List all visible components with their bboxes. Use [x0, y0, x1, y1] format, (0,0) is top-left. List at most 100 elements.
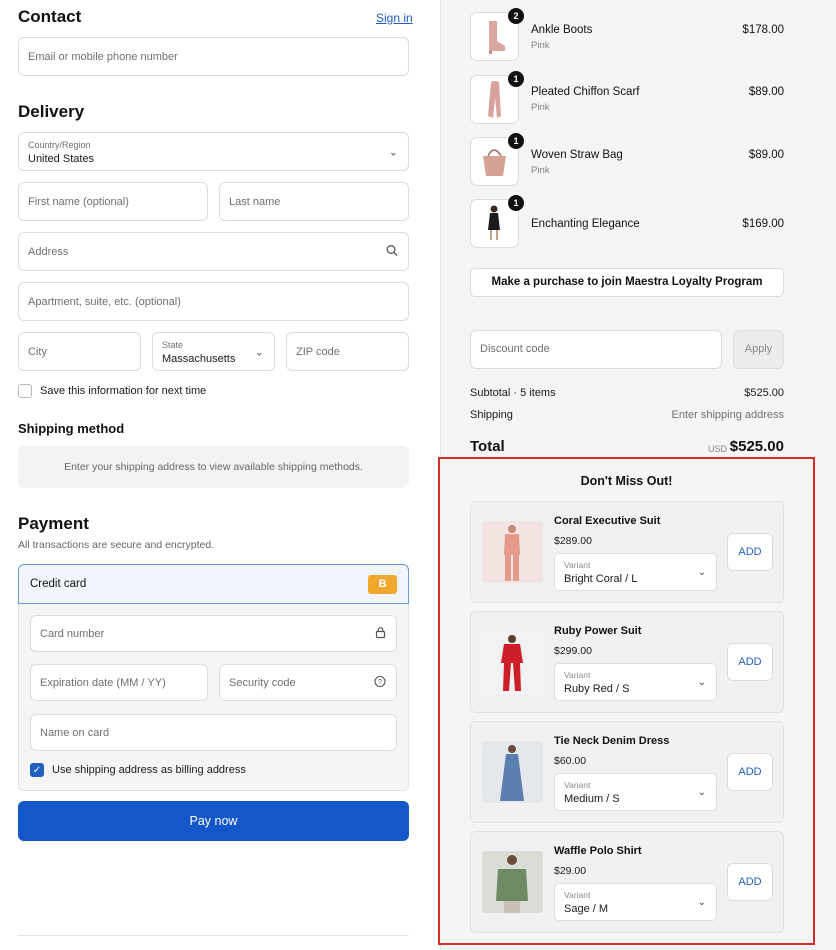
product-image — [482, 521, 543, 583]
product-price: $299.00 — [554, 645, 592, 657]
variant-value: Medium / S — [564, 793, 620, 805]
item-price: $169.00 — [742, 218, 784, 230]
card-number-placeholder: Card number — [40, 627, 105, 640]
apply-button[interactable]: Apply — [733, 330, 784, 369]
item-name: Woven Straw Bag — [531, 149, 623, 161]
variant-label: Variant — [564, 560, 591, 570]
total-value: $525.00 — [729, 438, 784, 455]
expiry-placeholder: Expiration date (MM / YY) — [40, 676, 166, 689]
country-select[interactable]: Country/Region United States ⌄ — [18, 132, 409, 171]
variant-value: Sage / M — [564, 903, 609, 915]
item-name: Enchanting Elegance — [531, 218, 640, 230]
state-value: Massachusetts — [162, 353, 236, 365]
variant-select[interactable]: Variant Sage / M ⌄ — [554, 883, 717, 921]
shipping-value: Enter shipping address — [671, 409, 784, 421]
add-button[interactable]: ADD — [727, 643, 773, 681]
variant-label: Variant — [564, 670, 591, 680]
quantity-badge: 1 — [508, 133, 524, 149]
billing-same-checkbox[interactable]: ✓ — [30, 763, 44, 777]
chevron-down-icon: ⌄ — [697, 897, 706, 908]
credit-card-label: Credit card — [30, 578, 87, 590]
name-on-card-placeholder: Name on card — [40, 726, 110, 739]
billing-same-label: Use shipping address as billing address — [52, 764, 246, 776]
upsell-card: Tie Neck Denim Dress $60.00 Variant Medi… — [470, 721, 784, 823]
help-icon[interactable]: ? — [374, 675, 386, 690]
add-button[interactable]: ADD — [727, 863, 773, 901]
add-button[interactable]: ADD — [727, 753, 773, 791]
variant-label: Variant — [564, 890, 591, 900]
name-on-card-field[interactable]: Name on card — [30, 714, 397, 751]
save-info-checkbox[interactable] — [18, 384, 32, 398]
payment-subtitle: All transactions are secure and encrypte… — [18, 539, 215, 551]
city-field[interactable]: City — [18, 332, 141, 371]
save-info-label: Save this information for next time — [40, 385, 207, 397]
product-name: Waffle Polo Shirt — [554, 845, 642, 857]
item-price: $89.00 — [748, 149, 784, 161]
subtotal-value: $525.00 — [744, 387, 784, 399]
svg-text:?: ? — [378, 677, 382, 686]
sign-in-link[interactable]: Sign in — [376, 11, 413, 25]
variant-label: Variant — [564, 780, 591, 790]
apartment-placeholder: Apartment, suite, etc. (optional) — [28, 295, 181, 308]
checkout-form: Contact Sign in Email or mobile phone nu… — [0, 0, 440, 950]
shipping-method-heading: Shipping method — [18, 421, 125, 436]
add-button[interactable]: ADD — [727, 533, 773, 571]
product-image — [482, 631, 543, 693]
pay-now-button[interactable]: Pay now — [18, 801, 409, 841]
upsell-title: Don't Miss Out! — [580, 474, 673, 488]
item-variant: Pink — [531, 40, 550, 51]
chevron-down-icon: ⌄ — [388, 146, 398, 158]
product-price: $289.00 — [554, 535, 592, 547]
chevron-down-icon: ⌄ — [697, 787, 706, 798]
upsell-card: Coral Executive Suit $289.00 Variant Bri… — [470, 501, 784, 603]
quantity-badge: 1 — [508, 195, 524, 211]
email-field[interactable]: Email or mobile phone number — [18, 37, 409, 76]
credit-card-option[interactable]: Credit card B — [18, 564, 409, 604]
first-name-field[interactable]: First name (optional) — [18, 182, 208, 221]
item-price: $178.00 — [742, 24, 784, 36]
product-name: Tie Neck Denim Dress — [554, 735, 670, 747]
quantity-badge: 1 — [508, 71, 524, 87]
payment-heading: Payment — [18, 514, 89, 533]
product-price: $29.00 — [554, 865, 587, 877]
upsell-card: Waffle Polo Shirt $29.00 Variant Sage / … — [470, 831, 784, 933]
variant-value: Bright Coral / L — [564, 573, 638, 585]
card-brand-badge: B — [368, 575, 397, 594]
footer-divider — [18, 935, 409, 936]
upsell-card: Ruby Power Suit $299.00 Variant Ruby Red… — [470, 611, 784, 713]
variant-select[interactable]: Variant Medium / S ⌄ — [554, 773, 717, 811]
security-code-field[interactable]: Security code ? — [219, 664, 397, 701]
address-field[interactable]: Address — [18, 232, 409, 271]
last-name-field[interactable]: Last name — [219, 182, 409, 221]
discount-code-field[interactable]: Discount code — [470, 330, 722, 369]
security-code-placeholder: Security code — [229, 676, 296, 689]
state-select[interactable]: State Massachusetts ⌄ — [152, 332, 275, 371]
country-label: Country/Region — [28, 140, 91, 150]
variant-select[interactable]: Variant Bright Coral / L ⌄ — [554, 553, 717, 591]
zip-placeholder: ZIP code — [296, 345, 340, 358]
product-name: Coral Executive Suit — [554, 515, 661, 527]
shipping-label: Shipping — [470, 409, 513, 421]
first-name-placeholder: First name (optional) — [28, 195, 129, 208]
total-label: Total — [470, 438, 505, 455]
card-number-field[interactable]: Card number — [30, 615, 397, 652]
search-icon — [386, 244, 398, 259]
delivery-heading: Delivery — [18, 102, 85, 121]
email-placeholder: Email or mobile phone number — [28, 50, 178, 63]
city-placeholder: City — [28, 345, 47, 358]
zip-field[interactable]: ZIP code — [286, 332, 409, 371]
loyalty-program-button[interactable]: Make a purchase to join Maestra Loyalty … — [470, 268, 784, 297]
contact-heading: Contact — [18, 7, 82, 26]
item-variant: Pink — [531, 165, 550, 176]
variant-select[interactable]: Variant Ruby Red / S ⌄ — [554, 663, 717, 701]
product-image — [482, 851, 543, 913]
item-price: $89.00 — [748, 86, 784, 98]
discount-placeholder: Discount code — [480, 343, 550, 355]
total-currency: USD — [708, 444, 728, 454]
state-label: State — [162, 340, 184, 350]
expiry-field[interactable]: Expiration date (MM / YY) — [30, 664, 208, 701]
apartment-field[interactable]: Apartment, suite, etc. (optional) — [18, 282, 409, 321]
subtotal-label: Subtotal · 5 items — [470, 387, 556, 399]
quantity-badge: 2 — [508, 8, 524, 24]
product-image — [482, 741, 543, 803]
